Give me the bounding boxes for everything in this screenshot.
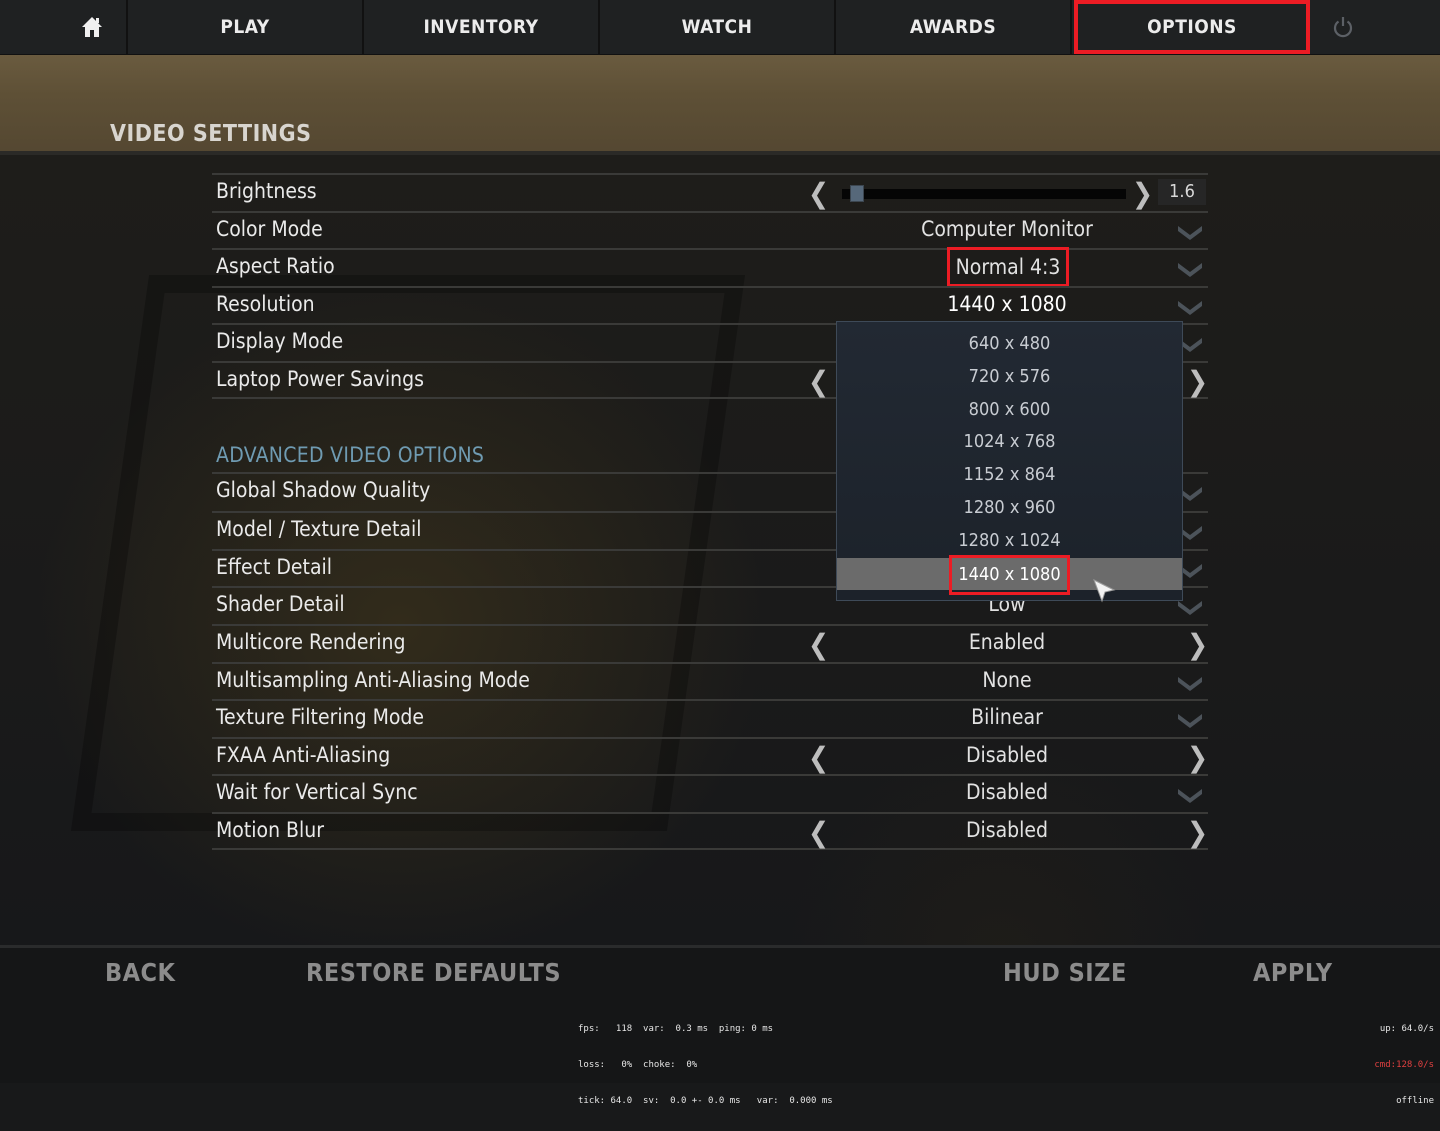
chevron-left-icon[interactable]: ❮	[808, 177, 829, 210]
restore-defaults-button[interactable]: RESTORE DEFAULTS	[306, 958, 561, 987]
slider-thumb[interactable]	[850, 185, 864, 202]
setting-color-mode[interactable]: Color Mode Computer Monitor	[212, 210, 1208, 249]
tab-inventory[interactable]: INVENTORY	[364, 0, 600, 54]
netgraph-line: loss: 0% choke: 0%	[578, 1060, 698, 1070]
setting-brightness: Brightness ❮ ❯ 1.6	[212, 173, 1208, 211]
chevron-down-icon[interactable]	[1176, 784, 1204, 804]
tab-awards-label: AWARDS	[909, 16, 997, 38]
chevron-right-icon[interactable]: ❯	[1187, 365, 1208, 398]
dropdown-option[interactable]: 1152 x 864	[837, 459, 1182, 492]
dropdown-option-selected[interactable]: 1440 x 1080	[837, 554, 1182, 595]
mouse-cursor-icon	[1093, 578, 1116, 603]
footer-bar: BACK RESTORE DEFAULTS HUD SIZE APPLY fps…	[0, 945, 1440, 1106]
setting-label: Color Mode	[216, 216, 323, 241]
tab-awards[interactable]: AWARDS	[836, 0, 1072, 54]
dropdown-option[interactable]: 640 x 480	[837, 328, 1182, 361]
setting-label: Shader Detail	[216, 592, 345, 617]
page-title: VIDEO SETTINGS	[110, 121, 312, 147]
setting-value: Computer Monitor	[921, 216, 1093, 241]
setting-value: Normal 4:3	[947, 247, 1069, 288]
chevron-right-icon[interactable]: ❯	[1187, 741, 1208, 774]
setting-msaa-mode[interactable]: Multisampling Anti-Aliasing Mode None	[212, 661, 1208, 700]
setting-aspect-ratio[interactable]: Aspect Ratio Normal 4:3	[212, 247, 1208, 288]
chevron-down-icon[interactable]	[1176, 221, 1204, 241]
setting-fxaa: FXAA Anti-Aliasing ❮ Disabled ❯	[212, 736, 1208, 775]
setting-value: Disabled	[965, 817, 1049, 842]
home-button[interactable]	[0, 0, 128, 54]
setting-label: Wait for Vertical Sync	[216, 780, 418, 805]
setting-value: None	[982, 667, 1032, 692]
chevron-right-icon[interactable]: ❯	[1187, 628, 1208, 661]
dropdown-option[interactable]: 1280 x 1024	[837, 525, 1182, 558]
brightness-value: 1.6	[1158, 179, 1206, 205]
chevron-down-icon[interactable]	[1176, 258, 1204, 278]
setting-label: Laptop Power Savings	[216, 366, 424, 391]
dropdown-option[interactable]: 1024 x 768	[837, 426, 1182, 459]
tab-options[interactable]: OPTIONS	[1074, 0, 1310, 54]
section-title-text: ADVANCED VIDEO OPTIONS	[216, 442, 485, 467]
setting-label: Motion Blur	[216, 817, 324, 842]
setting-texture-filtering-mode[interactable]: Texture Filtering Mode Bilinear	[212, 699, 1208, 737]
brightness-slider[interactable]	[842, 185, 1126, 202]
setting-label: FXAA Anti-Aliasing	[216, 742, 391, 767]
tab-play[interactable]: PLAY	[128, 0, 364, 54]
chevron-down-icon[interactable]	[1176, 296, 1204, 316]
chevron-down-icon[interactable]	[1176, 672, 1204, 692]
setting-value: Enabled	[968, 629, 1046, 654]
header-band: VIDEO SETTINGS	[0, 55, 1440, 155]
netgraph-rates: up: 64.0/s cmd:128.0/s offline	[1374, 999, 1434, 1131]
netgraph-status: offline	[1396, 1096, 1434, 1106]
setting-label: Global Shadow Quality	[216, 477, 431, 502]
tab-play-label: PLAY	[220, 16, 270, 38]
setting-label: Texture Filtering Mode	[216, 705, 425, 730]
netgraph-up: up: 64.0/s	[1379, 1024, 1434, 1034]
tab-inventory-label: INVENTORY	[423, 16, 539, 38]
dropdown-option[interactable]: 1280 x 960	[837, 492, 1182, 525]
netgraph-line: tick: 64.0 sv: 0.0 +- 0.0 ms var: 0.000 …	[578, 1096, 833, 1106]
power-button[interactable]	[1310, 0, 1376, 54]
tab-watch-label: WATCH	[681, 16, 753, 38]
netgraph-cmd: cmd:128.0/s	[1374, 1060, 1434, 1070]
netgraph-line: fps: 118 var: 0.3 ms ping: 0 ms	[578, 1024, 774, 1034]
setting-label: Display Mode	[216, 329, 344, 354]
setting-resolution[interactable]: Resolution 1440 x 1080	[212, 285, 1208, 324]
setting-value: Disabled	[965, 742, 1049, 767]
tab-options-label: OPTIONS	[1147, 16, 1237, 38]
setting-label: Resolution	[216, 291, 315, 316]
setting-motion-blur: Motion Blur ❮ Disabled ❯	[212, 811, 1208, 850]
setting-label: Multisampling Anti-Aliasing Mode	[216, 667, 530, 692]
setting-value: Bilinear	[971, 705, 1043, 730]
setting-vertical-sync[interactable]: Wait for Vertical Sync Disabled	[212, 774, 1208, 812]
setting-label: Model / Texture Detail	[216, 517, 422, 542]
power-icon	[1333, 17, 1353, 38]
chevron-right-icon[interactable]: ❯	[1132, 177, 1153, 210]
setting-label: Aspect Ratio	[216, 254, 335, 279]
home-icon	[82, 17, 102, 37]
netgraph-stats: fps: 118 var: 0.3 ms ping: 0 ms loss: 0%…	[578, 999, 833, 1131]
tab-watch[interactable]: WATCH	[600, 0, 836, 54]
chevron-left-icon[interactable]: ❮	[808, 365, 829, 398]
dropdown-option[interactable]: 800 x 600	[837, 394, 1182, 427]
selected-option-label: 1440 x 1080	[949, 554, 1070, 595]
chevron-left-icon[interactable]: ❮	[808, 816, 829, 849]
chevron-right-icon[interactable]: ❯	[1187, 816, 1208, 849]
chevron-left-icon[interactable]: ❮	[808, 741, 829, 774]
top-nav: PLAY INVENTORY WATCH AWARDS OPTIONS	[0, 0, 1440, 55]
setting-label: Brightness	[216, 179, 317, 203]
setting-value: Disabled	[965, 780, 1049, 805]
setting-multicore-rendering: Multicore Rendering ❮ Enabled ❯	[212, 623, 1208, 662]
setting-label: Effect Detail	[216, 554, 333, 579]
hud-size-button[interactable]: HUD SIZE	[1003, 958, 1127, 987]
resolution-dropdown: 640 x 480 720 x 576 800 x 600 1024 x 768…	[836, 321, 1183, 601]
setting-value: 1440 x 1080	[947, 291, 1067, 316]
chevron-down-icon[interactable]	[1176, 709, 1204, 729]
apply-button[interactable]: APPLY	[1253, 958, 1333, 987]
back-button[interactable]: BACK	[105, 958, 175, 987]
dropdown-option[interactable]: 720 x 576	[837, 361, 1182, 394]
setting-label: Multicore Rendering	[216, 629, 406, 654]
chevron-left-icon[interactable]: ❮	[808, 628, 829, 661]
